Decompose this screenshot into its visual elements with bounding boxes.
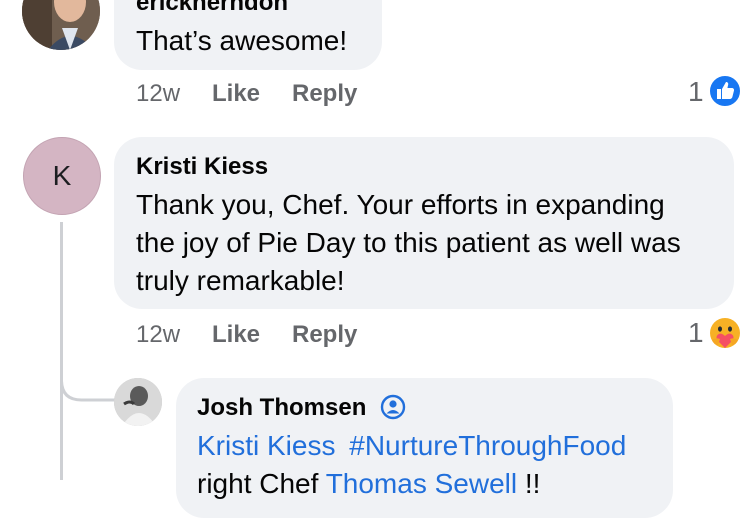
avatar-josh-thomsen[interactable] (114, 378, 162, 426)
avatar-kristi-kiess[interactable]: K (23, 137, 101, 215)
reply-text: !! (524, 468, 541, 499)
reply-text-line: right Chef Thomas Sewell !! (197, 465, 540, 503)
comment-text-line: truly remarkable! (136, 265, 345, 296)
reply-button[interactable]: Reply (292, 80, 357, 108)
like-reaction-icon[interactable] (708, 74, 742, 108)
hashtag-link[interactable]: #NurtureThroughFood (349, 430, 626, 461)
reply-text-line: Kristi Kiess #NurtureThroughFood (197, 427, 626, 465)
avatar-photo (22, 0, 100, 50)
avatar-photo (114, 378, 162, 426)
thread-branch (60, 330, 118, 402)
like-button[interactable]: Like (212, 80, 260, 108)
comment-text-line: the joy of Pie Day to this patient as we… (136, 227, 681, 258)
comment-author[interactable]: Kristi Kiess (136, 153, 268, 181)
avatar-letter: K (52, 160, 72, 191)
comment-author[interactable]: Josh Thomsen (197, 394, 366, 422)
comment-timestamp[interactable]: 12w (136, 321, 180, 349)
comment-text-line: Thank you, Chef. Your efforts in expandi… (136, 189, 665, 220)
comment-text: That’s awesome! (136, 25, 348, 56)
care-reaction-icon[interactable] (706, 314, 744, 352)
reply-button[interactable]: Reply (292, 321, 357, 349)
like-button[interactable]: Like (212, 321, 260, 349)
reaction-count[interactable]: 1 (688, 76, 704, 108)
mention-link[interactable]: Kristi Kiess (197, 430, 335, 461)
avatar-erickherndon[interactable] (22, 0, 100, 50)
reply-text: right Chef (197, 468, 319, 499)
comment-author[interactable]: erickherndon (136, 0, 288, 17)
profile-badge-icon (380, 394, 406, 420)
mention-link[interactable]: Thomas Sewell (326, 468, 517, 499)
comment-timestamp[interactable]: 12w (136, 80, 180, 108)
reaction-count[interactable]: 1 (688, 317, 704, 349)
